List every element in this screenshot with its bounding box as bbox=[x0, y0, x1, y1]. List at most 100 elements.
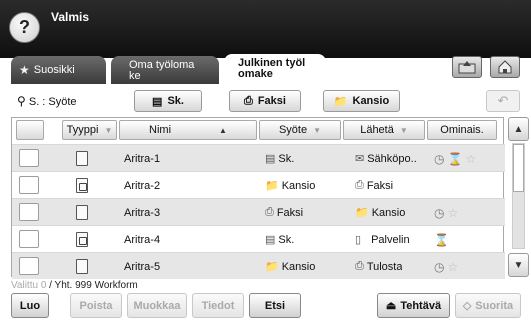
help-button[interactable]: ? bbox=[9, 12, 40, 43]
input-label: Faksi bbox=[276, 206, 304, 219]
table-row[interactable]: Aritra-3 ⎙ Faksi 📁 Kansio ◷ ☆ bbox=[12, 198, 505, 225]
send-cell: ⎙ Faksi bbox=[355, 172, 393, 199]
filter-fax-label: Faksi bbox=[257, 95, 286, 107]
row-checkbox[interactable] bbox=[19, 257, 39, 275]
tab-public-workform[interactable]: Julkinen työl omake bbox=[224, 54, 326, 84]
clock-icon: ◷ bbox=[434, 205, 445, 220]
printer-icon: ⎙ bbox=[355, 260, 364, 272]
star-icon: ★ bbox=[19, 62, 30, 77]
type-cell bbox=[76, 199, 88, 226]
email-icon: ✉ bbox=[355, 153, 365, 165]
star-icon: ☆ bbox=[447, 259, 459, 274]
folder-icon: 📁 bbox=[355, 207, 369, 219]
home-icon bbox=[498, 60, 512, 74]
dropdown-arrow-icon: ▼ bbox=[104, 125, 113, 135]
send-label: Kansio bbox=[371, 206, 406, 219]
scroll-track[interactable] bbox=[512, 143, 525, 249]
input-cell: 📁 Kansio bbox=[265, 253, 315, 280]
table-header: Tyyppi ▼ Nimi ▲ Syöte ▼ Lähetä ▼ Ominais. bbox=[12, 118, 505, 142]
workform-table: Tyyppi ▼ Nimi ▲ Syöte ▼ Lähetä ▼ Ominais. Ar… bbox=[11, 117, 505, 279]
status-text: Valmis bbox=[51, 10, 90, 24]
tab-public-workform-label-2: omake bbox=[238, 68, 273, 80]
status-bar: ? Valmis bbox=[0, 0, 531, 58]
send-cell: 📁 Kansio bbox=[355, 199, 405, 226]
tab-own-workform-label-2: ke bbox=[129, 70, 141, 82]
column-header-input[interactable]: Syöte ▼ bbox=[259, 120, 341, 140]
send-label: Tulosta bbox=[366, 260, 403, 273]
search-filter-text: S. : Syöte bbox=[28, 96, 77, 108]
undo-button[interactable]: ↶ bbox=[486, 90, 520, 112]
scanner-icon: ▤ bbox=[265, 153, 276, 165]
hourglass-icon: ⌛ bbox=[447, 151, 463, 166]
name-cell: Aritra-2 bbox=[124, 179, 161, 192]
search-filter-label: ⚲ S. : Syöte bbox=[17, 94, 77, 108]
scroll-down-button[interactable]: ▼ bbox=[508, 253, 529, 277]
fax-icon: ⎙ bbox=[265, 206, 274, 218]
row-checkbox[interactable] bbox=[19, 176, 39, 194]
table-row[interactable]: Aritra-1 ▤ Sk. ✉ Sähköpo.. ◷ ⌛ ☆ bbox=[12, 144, 505, 171]
name-cell: Aritra-1 bbox=[124, 152, 161, 165]
column-header-options[interactable]: Ominais. bbox=[427, 120, 497, 140]
input-cell: ⎙ Faksi bbox=[265, 199, 303, 226]
hourglass-icon: ⌛ bbox=[434, 232, 449, 247]
tab-favorites[interactable]: ★ Suosikki bbox=[11, 56, 106, 84]
column-header-name-label: Nimi bbox=[149, 124, 172, 136]
chevron-up-icon: ▲ bbox=[513, 123, 524, 135]
options-cell: ⌛ bbox=[434, 226, 452, 253]
help-icon: ? bbox=[19, 17, 30, 37]
edit-button[interactable]: Muokkaa bbox=[127, 293, 187, 318]
select-all-checkbox[interactable] bbox=[16, 120, 44, 140]
scroll-up-button[interactable]: ▲ bbox=[508, 117, 529, 141]
clock-icon: ◷ bbox=[434, 151, 445, 166]
column-header-send-label: Lähetä bbox=[360, 124, 394, 136]
filter-fax-button[interactable]: ⎙ Faksi bbox=[229, 90, 301, 112]
scroll-thumb[interactable] bbox=[513, 144, 524, 192]
run-button[interactable]: ◇ Suorita bbox=[455, 293, 521, 318]
table-row[interactable]: Aritra-2 📁 Kansio ⎙ Faksi bbox=[12, 171, 505, 198]
undo-icon: ↶ bbox=[497, 93, 509, 108]
column-header-name[interactable]: Nimi ▲ bbox=[119, 120, 257, 140]
folder-up-button[interactable] bbox=[452, 56, 482, 78]
column-header-options-label: Ominais. bbox=[440, 124, 484, 136]
input-label: Sk. bbox=[278, 152, 295, 165]
server-icon: ▯ bbox=[355, 234, 362, 246]
options-cell: ◷ ☆ bbox=[434, 253, 461, 280]
tab-own-workform[interactable]: Oma työloma ke bbox=[111, 56, 219, 84]
eject-icon: ⏏ bbox=[385, 300, 397, 312]
row-checkbox[interactable] bbox=[19, 203, 39, 221]
filter-scan-button[interactable]: ▤ Sk. bbox=[134, 90, 202, 112]
magnifier-icon: ⚲ bbox=[17, 94, 26, 108]
clock-icon: ◷ bbox=[434, 259, 445, 274]
folder-icon: 📁 bbox=[265, 180, 279, 192]
type-cell bbox=[76, 145, 88, 172]
input-cell: 📁 Kansio bbox=[265, 172, 315, 199]
selection-summary: Valittu 0 / Yht. 999 Workform bbox=[11, 280, 138, 291]
document-icon bbox=[76, 151, 88, 166]
folder-up-icon bbox=[458, 61, 476, 74]
column-header-send[interactable]: Lähetä ▼ bbox=[343, 120, 425, 140]
create-button[interactable]: Luo bbox=[11, 293, 49, 318]
row-checkbox[interactable] bbox=[19, 149, 39, 167]
column-header-type[interactable]: Tyyppi ▼ bbox=[62, 120, 117, 140]
search-button[interactable]: Etsi bbox=[249, 293, 301, 318]
table-row[interactable]: Aritra-5 📁 Kansio ⎙ Tulosta ◷ ☆ bbox=[12, 252, 505, 279]
input-cell: ▤ Sk. bbox=[265, 226, 294, 253]
dropdown-arrow-icon: ▼ bbox=[399, 125, 408, 135]
folder-icon: 📁 bbox=[333, 95, 348, 108]
filter-folder-button[interactable]: 📁 Kansio bbox=[323, 90, 400, 112]
name-cell: Aritra-3 bbox=[124, 206, 161, 219]
diamond-icon: ◇ bbox=[462, 300, 472, 312]
table-row[interactable]: Aritra-4 ▤ Sk. ▯ Palvelin ⌛ bbox=[12, 225, 505, 252]
home-button[interactable] bbox=[490, 56, 520, 78]
tasks-button[interactable]: ⏏ Tehtävä bbox=[377, 293, 450, 318]
send-cell: ▯ Palvelin bbox=[355, 226, 410, 253]
details-button[interactable]: Tiedot bbox=[192, 293, 244, 318]
table-scrollbar[interactable]: ▲ ▼ bbox=[508, 117, 529, 277]
row-checkbox[interactable] bbox=[19, 230, 39, 248]
send-label: Faksi bbox=[366, 179, 394, 192]
input-label: Kansio bbox=[281, 179, 316, 192]
fax-icon: ⎙ bbox=[355, 179, 364, 191]
delete-button[interactable]: Poista bbox=[70, 293, 122, 318]
name-cell: Aritra-4 bbox=[124, 233, 161, 246]
type-cell bbox=[76, 172, 88, 199]
